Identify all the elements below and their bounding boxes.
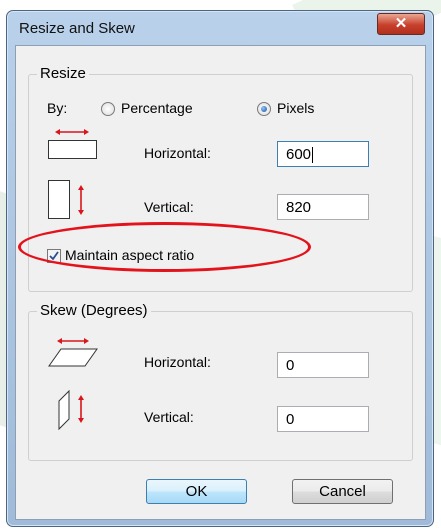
resize-horizontal-value: 600 bbox=[286, 146, 312, 163]
skew-vertical-icon bbox=[58, 389, 84, 431]
resize-vertical-label: Vertical: bbox=[144, 199, 194, 215]
cancel-button[interactable]: Cancel bbox=[292, 479, 393, 504]
skew-group-label: Skew (Degrees) bbox=[37, 302, 151, 319]
skew-horizontal-input[interactable]: 0 bbox=[277, 352, 369, 378]
dialog-body: Resize By: Percentage Pixels Horizontal:… bbox=[15, 45, 426, 520]
skew-vertical-label: Vertical: bbox=[144, 409, 194, 425]
title-bar[interactable]: Resize and Skew ✕ bbox=[7, 11, 433, 45]
skew-vertical-value: 0 bbox=[286, 411, 295, 428]
by-label: By: bbox=[47, 100, 68, 116]
close-button[interactable]: ✕ bbox=[377, 13, 425, 35]
resize-horizontal-input[interactable]: 600 bbox=[277, 141, 369, 167]
pixels-radio[interactable] bbox=[257, 102, 271, 116]
resize-horizontal-label: Horizontal: bbox=[144, 145, 211, 161]
percentage-label: Percentage bbox=[121, 100, 193, 116]
close-icon: ✕ bbox=[394, 15, 408, 32]
annotation-highlight-ellipse bbox=[18, 222, 311, 272]
percentage-radio[interactable] bbox=[101, 102, 115, 116]
resize-vertical-input[interactable]: 820 bbox=[277, 194, 369, 220]
resize-vertical-value: 820 bbox=[286, 199, 312, 216]
resize-vertical-icon bbox=[48, 180, 84, 219]
pixels-label: Pixels bbox=[277, 100, 315, 116]
ok-button[interactable]: OK bbox=[146, 479, 247, 504]
resize-group-label: Resize bbox=[37, 65, 89, 82]
resize-horizontal-icon bbox=[48, 129, 97, 159]
percentage-radio-option[interactable]: Percentage bbox=[101, 100, 221, 119]
skew-horizontal-value: 0 bbox=[286, 357, 295, 374]
skew-group: Skew (Degrees) Horizontal: 0 Vertical: 0 bbox=[28, 302, 413, 461]
skew-horizontal-icon bbox=[48, 338, 98, 367]
skew-horizontal-label: Horizontal: bbox=[144, 354, 211, 370]
pixels-radio-option[interactable]: Pixels bbox=[257, 100, 347, 119]
dialog-title: Resize and Skew bbox=[19, 20, 135, 37]
skew-vertical-input[interactable]: 0 bbox=[277, 406, 369, 432]
text-caret bbox=[312, 147, 314, 164]
